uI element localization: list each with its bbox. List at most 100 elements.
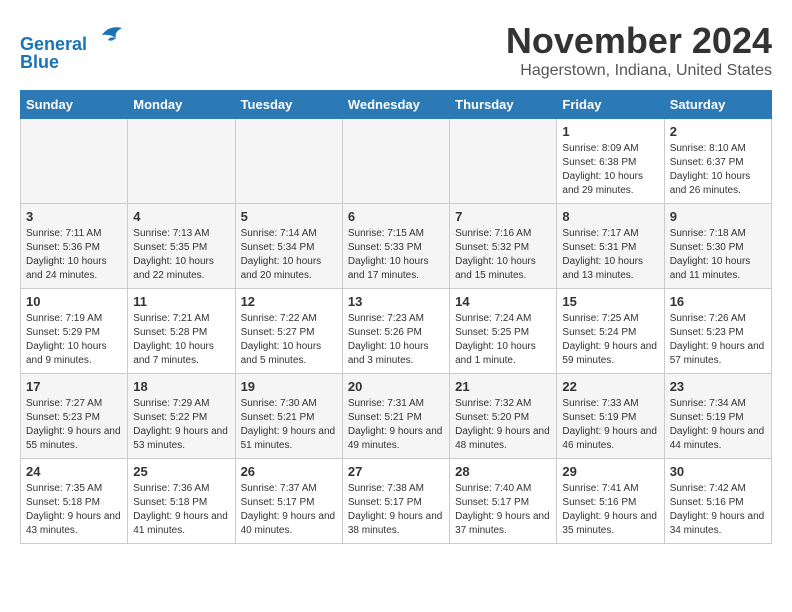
day-info: Sunrise: 7:22 AM Sunset: 5:27 PM Dayligh…	[241, 312, 337, 368]
day-number: 24	[26, 464, 122, 479]
calendar-cell: 19 Sunrise: 7:30 AM Sunset: 5:21 PM Dayli…	[235, 374, 342, 459]
calendar-cell: 16 Sunrise: 7:26 AM Sunset: 5:23 PM Dayli…	[664, 289, 771, 374]
calendar-cell: 25Sunrise: 7:36 AM Sunset: 5:18 PM Dayli…	[128, 459, 235, 544]
day-info: Sunrise: 7:23 AM Sunset: 5:26 PM Dayligh…	[348, 312, 444, 368]
day-info: Sunrise: 7:41 AM Sunset: 5:16 PM Dayligh…	[562, 482, 658, 538]
day-info: Sunrise: 7:14 AM Sunset: 5:34 PM Dayligh…	[241, 227, 337, 283]
logo: General Blue	[20, 20, 124, 73]
calendar-week-row: 1 Sunrise: 8:09 AM Sunset: 6:38 PM Daylig…	[21, 119, 772, 204]
calendar-cell: 7 Sunrise: 7:16 AM Sunset: 5:32 PM Daylig…	[450, 204, 557, 289]
day-info: Sunrise: 7:17 AM Sunset: 5:31 PM Dayligh…	[562, 227, 658, 283]
day-info: Sunrise: 7:29 AM Sunset: 5:22 PM Dayligh…	[133, 397, 229, 453]
day-number: 22	[562, 379, 658, 394]
day-info: Sunrise: 7:13 AM Sunset: 5:35 PM Dayligh…	[133, 227, 229, 283]
page-header: General Blue November 2024 Hagerstown, I…	[20, 20, 772, 80]
calendar-cell: 10 Sunrise: 7:19 AM Sunset: 5:29 PM Dayli…	[21, 289, 128, 374]
day-number: 10	[26, 294, 122, 309]
day-info: Sunrise: 7:33 AM Sunset: 5:19 PM Dayligh…	[562, 397, 658, 453]
calendar-header-wednesday: Wednesday	[342, 91, 449, 119]
day-info: Sunrise: 7:11 AM Sunset: 5:36 PM Dayligh…	[26, 227, 122, 283]
calendar-cell	[21, 119, 128, 204]
day-info: Sunrise: 7:26 AM Sunset: 5:23 PM Dayligh…	[670, 312, 766, 368]
calendar-week-row: 3 Sunrise: 7:11 AM Sunset: 5:36 PM Daylig…	[21, 204, 772, 289]
calendar-cell: 8 Sunrise: 7:17 AM Sunset: 5:31 PM Daylig…	[557, 204, 664, 289]
calendar-table: SundayMondayTuesdayWednesdayThursdayFrid…	[20, 90, 772, 544]
calendar-cell: 3 Sunrise: 7:11 AM Sunset: 5:36 PM Daylig…	[21, 204, 128, 289]
day-number: 1	[562, 124, 658, 139]
calendar-cell: 18Sunrise: 7:29 AM Sunset: 5:22 PM Dayli…	[128, 374, 235, 459]
day-number: 26	[241, 464, 337, 479]
calendar-header-tuesday: Tuesday	[235, 91, 342, 119]
day-number: 14	[455, 294, 551, 309]
day-number: 7	[455, 209, 551, 224]
calendar-cell: 21 Sunrise: 7:32 AM Sunset: 5:20 PM Dayli…	[450, 374, 557, 459]
calendar-cell: 22 Sunrise: 7:33 AM Sunset: 5:19 PM Dayli…	[557, 374, 664, 459]
calendar-cell: 24 Sunrise: 7:35 AM Sunset: 5:18 PM Dayli…	[21, 459, 128, 544]
day-number: 8	[562, 209, 658, 224]
day-number: 15	[562, 294, 658, 309]
day-info: Sunrise: 7:16 AM Sunset: 5:32 PM Dayligh…	[455, 227, 551, 283]
day-info: Sunrise: 7:15 AM Sunset: 5:33 PM Dayligh…	[348, 227, 444, 283]
calendar-cell: 15Sunrise: 7:25 AM Sunset: 5:24 PM Dayli…	[557, 289, 664, 374]
calendar-cell: 1 Sunrise: 8:09 AM Sunset: 6:38 PM Daylig…	[557, 119, 664, 204]
day-info: Sunrise: 7:34 AM Sunset: 5:19 PM Dayligh…	[670, 397, 766, 453]
day-info: Sunrise: 7:24 AM Sunset: 5:25 PM Dayligh…	[455, 312, 551, 368]
day-info: Sunrise: 7:21 AM Sunset: 5:28 PM Dayligh…	[133, 312, 229, 368]
logo-bird-icon	[94, 20, 124, 50]
calendar-cell	[342, 119, 449, 204]
calendar-cell: 5 Sunrise: 7:14 AM Sunset: 5:34 PM Daylig…	[235, 204, 342, 289]
calendar-cell: 28 Sunrise: 7:40 AM Sunset: 5:17 PM Dayli…	[450, 459, 557, 544]
location-subtitle: Hagerstown, Indiana, United States	[506, 62, 772, 80]
day-number: 13	[348, 294, 444, 309]
day-number: 19	[241, 379, 337, 394]
calendar-cell: 30 Sunrise: 7:42 AM Sunset: 5:16 PM Dayli…	[664, 459, 771, 544]
calendar-cell: 29 Sunrise: 7:41 AM Sunset: 5:16 PM Dayli…	[557, 459, 664, 544]
calendar-cell: 9 Sunrise: 7:18 AM Sunset: 5:30 PM Daylig…	[664, 204, 771, 289]
day-number: 3	[26, 209, 122, 224]
day-number: 5	[241, 209, 337, 224]
calendar-cell: 26 Sunrise: 7:37 AM Sunset: 5:17 PM Dayli…	[235, 459, 342, 544]
month-title: November 2024	[506, 20, 772, 62]
day-number: 16	[670, 294, 766, 309]
calendar-cell: 4 Sunrise: 7:13 AM Sunset: 5:35 PM Daylig…	[128, 204, 235, 289]
day-info: Sunrise: 7:40 AM Sunset: 5:17 PM Dayligh…	[455, 482, 551, 538]
day-number: 20	[348, 379, 444, 394]
calendar-cell	[450, 119, 557, 204]
day-info: Sunrise: 7:27 AM Sunset: 5:23 PM Dayligh…	[26, 397, 122, 453]
day-number: 6	[348, 209, 444, 224]
day-info: Sunrise: 7:31 AM Sunset: 5:21 PM Dayligh…	[348, 397, 444, 453]
day-number: 12	[241, 294, 337, 309]
calendar-week-row: 24 Sunrise: 7:35 AM Sunset: 5:18 PM Dayli…	[21, 459, 772, 544]
calendar-cell: 27Sunrise: 7:38 AM Sunset: 5:17 PM Dayli…	[342, 459, 449, 544]
calendar-cell: 23Sunrise: 7:34 AM Sunset: 5:19 PM Dayli…	[664, 374, 771, 459]
day-info: Sunrise: 8:09 AM Sunset: 6:38 PM Dayligh…	[562, 142, 658, 198]
calendar-header-friday: Friday	[557, 91, 664, 119]
day-number: 29	[562, 464, 658, 479]
calendar-cell: 14 Sunrise: 7:24 AM Sunset: 5:25 PM Dayli…	[450, 289, 557, 374]
calendar-header-saturday: Saturday	[664, 91, 771, 119]
title-block: November 2024 Hagerstown, Indiana, Unite…	[506, 20, 772, 80]
day-info: Sunrise: 8:10 AM Sunset: 6:37 PM Dayligh…	[670, 142, 766, 198]
day-info: Sunrise: 7:37 AM Sunset: 5:17 PM Dayligh…	[241, 482, 337, 538]
day-info: Sunrise: 7:42 AM Sunset: 5:16 PM Dayligh…	[670, 482, 766, 538]
calendar-header-sunday: Sunday	[21, 91, 128, 119]
day-number: 4	[133, 209, 229, 224]
day-number: 21	[455, 379, 551, 394]
day-info: Sunrise: 7:35 AM Sunset: 5:18 PM Dayligh…	[26, 482, 122, 538]
calendar-cell: 12 Sunrise: 7:22 AM Sunset: 5:27 PM Dayli…	[235, 289, 342, 374]
day-number: 25	[133, 464, 229, 479]
day-info: Sunrise: 7:18 AM Sunset: 5:30 PM Dayligh…	[670, 227, 766, 283]
day-number: 17	[26, 379, 122, 394]
day-number: 27	[348, 464, 444, 479]
day-number: 28	[455, 464, 551, 479]
calendar-header-row: SundayMondayTuesdayWednesdayThursdayFrid…	[21, 91, 772, 119]
day-info: Sunrise: 7:30 AM Sunset: 5:21 PM Dayligh…	[241, 397, 337, 453]
logo-text: General	[20, 20, 124, 56]
day-number: 9	[670, 209, 766, 224]
calendar-header-monday: Monday	[128, 91, 235, 119]
day-info: Sunrise: 7:32 AM Sunset: 5:20 PM Dayligh…	[455, 397, 551, 453]
day-number: 30	[670, 464, 766, 479]
calendar-week-row: 10 Sunrise: 7:19 AM Sunset: 5:29 PM Dayli…	[21, 289, 772, 374]
day-info: Sunrise: 7:19 AM Sunset: 5:29 PM Dayligh…	[26, 312, 122, 368]
calendar-cell: 17 Sunrise: 7:27 AM Sunset: 5:23 PM Dayli…	[21, 374, 128, 459]
